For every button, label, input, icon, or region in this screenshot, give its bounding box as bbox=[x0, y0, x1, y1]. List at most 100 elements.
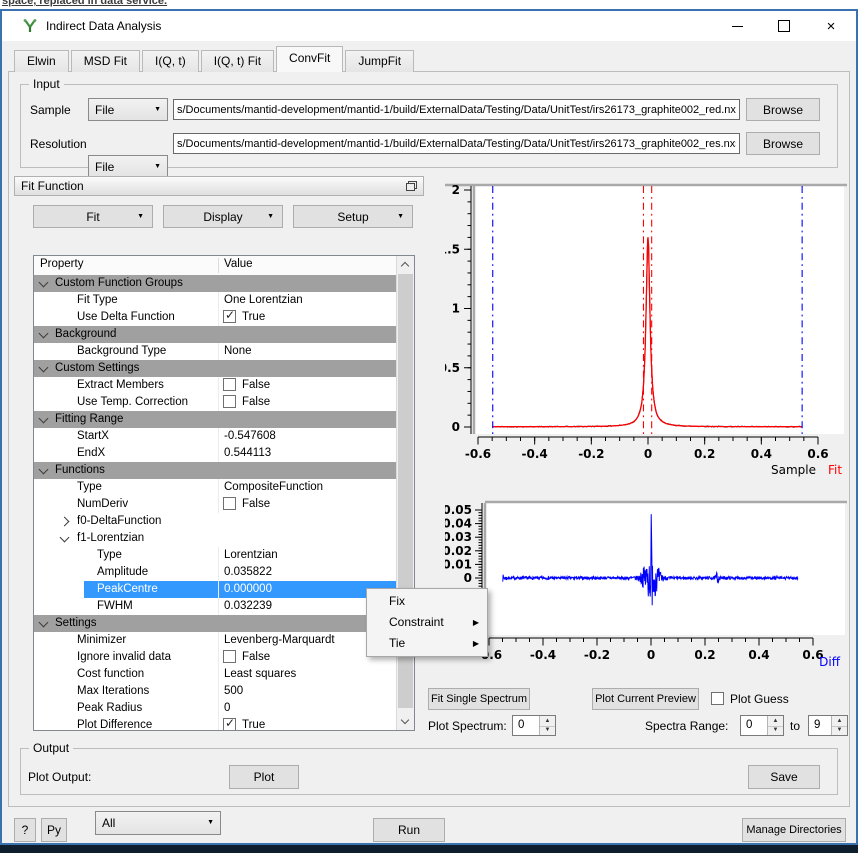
tab-msd-fit[interactable]: MSD Fit bbox=[71, 50, 140, 72]
manage-directories-button[interactable]: Manage Directories bbox=[742, 818, 846, 842]
tree-row-numderiv[interactable]: NumDerivFalse bbox=[34, 496, 399, 514]
context-menu-item-constraint[interactable]: Constraint▶ bbox=[367, 612, 487, 633]
column-divider bbox=[218, 666, 219, 683]
resolution-source-combo-value: File bbox=[95, 160, 114, 174]
titlebar[interactable]: Indirect Data Analysis × bbox=[2, 11, 856, 41]
value-checkbox[interactable] bbox=[223, 395, 236, 408]
tree-row-minimizer[interactable]: MinimizerLevenberg-Marquardt bbox=[34, 632, 399, 650]
value-checkbox[interactable] bbox=[223, 378, 236, 391]
expander-right-icon[interactable] bbox=[60, 517, 70, 527]
tree-row-amplitude[interactable]: Amplitude0.035822 bbox=[34, 564, 399, 582]
setup-menu-button[interactable]: Setup▼ bbox=[293, 205, 413, 228]
tab-convfit[interactable]: ConvFit bbox=[276, 46, 343, 72]
spin-down-icon[interactable]: ▼ bbox=[832, 726, 847, 736]
property-name: Use Temp. Correction bbox=[77, 396, 188, 408]
tab-i-q-t-fit[interactable]: I(Q, t) Fit bbox=[201, 50, 274, 72]
tree-row-cost-function[interactable]: Cost functionLeast squares bbox=[34, 666, 399, 684]
float-panel-icon[interactable] bbox=[406, 181, 417, 191]
tree-row-settings[interactable]: Settings bbox=[34, 615, 399, 633]
context-menu-item-tie[interactable]: Tie▶ bbox=[367, 633, 487, 654]
tree-row-startx[interactable]: StartX-0.547608 bbox=[34, 428, 399, 446]
tree-row-custom-settings[interactable]: Custom Settings bbox=[34, 360, 399, 378]
expander-down-icon[interactable] bbox=[39, 278, 49, 288]
tree-row-f0-deltafunction[interactable]: f0-DeltaFunction bbox=[34, 513, 399, 531]
tree-header: Property Value bbox=[34, 256, 399, 276]
plot-output-combo[interactable]: All ▼ bbox=[95, 811, 221, 835]
tree-row-extract-members[interactable]: Extract MembersFalse bbox=[34, 377, 399, 395]
python-export-button[interactable]: Py bbox=[41, 818, 67, 842]
value-checkbox[interactable]: ✓ bbox=[223, 718, 236, 731]
column-divider bbox=[218, 479, 219, 496]
expander-down-icon[interactable] bbox=[39, 618, 49, 628]
display-menu-button[interactable]: Display▼ bbox=[163, 205, 283, 228]
column-divider bbox=[218, 445, 219, 462]
value-checkbox[interactable]: ✓ bbox=[223, 310, 236, 323]
scroll-down-button[interactable] bbox=[397, 713, 414, 730]
tree-row-use-temp-correction[interactable]: Use Temp. CorrectionFalse bbox=[34, 394, 399, 412]
tree-row-background-type[interactable]: Background TypeNone bbox=[34, 343, 399, 361]
spin-down-icon[interactable]: ▼ bbox=[768, 726, 783, 736]
tree-row-fitting-range[interactable]: Fitting Range bbox=[34, 411, 399, 429]
tree-row-functions[interactable]: Functions bbox=[34, 462, 399, 480]
spin-down-icon[interactable]: ▼ bbox=[540, 726, 555, 736]
spectra-range-from-spinbox[interactable]: 0 ▲▼ bbox=[740, 715, 784, 736]
spectra-range-to-spinbox[interactable]: 9 ▲▼ bbox=[808, 715, 848, 736]
sample-source-combo[interactable]: File ▼ bbox=[88, 98, 168, 121]
resolution-browse-button[interactable]: Browse bbox=[746, 132, 820, 155]
maximize-button[interactable] bbox=[761, 11, 807, 41]
column-divider bbox=[218, 649, 219, 666]
minimize-button[interactable] bbox=[714, 11, 760, 41]
background-text: space, replaced in data service. bbox=[2, 0, 167, 7]
tab-elwin[interactable]: Elwin bbox=[14, 50, 69, 72]
plot-button[interactable]: Plot bbox=[229, 765, 299, 789]
expander-down-icon[interactable] bbox=[39, 465, 49, 475]
resolution-file-input[interactable] bbox=[173, 133, 740, 154]
value-checkbox[interactable] bbox=[223, 650, 236, 663]
tree-row-custom-function-groups[interactable]: Custom Function Groups bbox=[34, 275, 399, 293]
sample-fit-plot: 00.511.52-0.6-0.4-0.200.20.40.6SampleFit bbox=[445, 178, 858, 478]
expander-down-icon[interactable] bbox=[60, 533, 70, 543]
spectra-from-value: 0 bbox=[746, 719, 752, 731]
tree-row-fit-type[interactable]: Fit TypeOne Lorentzian bbox=[34, 292, 399, 310]
fit-function-dock-header[interactable]: Fit Function bbox=[14, 176, 424, 196]
expander-down-icon[interactable] bbox=[39, 414, 49, 424]
tree-row-peak-radius[interactable]: Peak Radius0 bbox=[34, 700, 399, 718]
submenu-arrow-icon: ▶ bbox=[473, 633, 479, 654]
tree-row-f1-lorentzian[interactable]: f1-Lorentzian bbox=[34, 530, 399, 548]
property-name: Custom Settings bbox=[55, 362, 139, 374]
plot-guess-checkbox[interactable] bbox=[711, 692, 724, 705]
expander-down-icon[interactable] bbox=[39, 363, 49, 373]
plot-spectrum-spinbox[interactable]: 0 ▲▼ bbox=[512, 715, 556, 736]
fit-menu-button[interactable]: Fit▼ bbox=[33, 205, 153, 228]
help-button[interactable]: ? bbox=[14, 818, 36, 842]
tree-row-ignore-invalid-data[interactable]: Ignore invalid dataFalse bbox=[34, 649, 399, 667]
sample-file-input[interactable] bbox=[173, 99, 740, 120]
column-divider[interactable] bbox=[218, 258, 219, 273]
property-name: Settings bbox=[55, 617, 97, 629]
context-menu-item-fix[interactable]: Fix bbox=[367, 591, 487, 612]
resolution-source-combo[interactable]: File ▼ bbox=[88, 155, 168, 178]
tree-row-background[interactable]: Background bbox=[34, 326, 399, 344]
expander-down-icon[interactable] bbox=[39, 329, 49, 339]
tree-row-endx[interactable]: EndX0.544113 bbox=[34, 445, 399, 463]
tree-row-fwhm[interactable]: FWHM0.032239 bbox=[34, 598, 399, 616]
output-groupbox: Output bbox=[20, 748, 838, 795]
close-button[interactable]: × bbox=[808, 11, 854, 41]
tab-jumpfit[interactable]: JumpFit bbox=[345, 50, 414, 72]
tree-row-type[interactable]: TypeCompositeFunction bbox=[34, 479, 399, 497]
tab-i-q-t[interactable]: I(Q, t) bbox=[142, 50, 199, 72]
property-value: Lorentzian bbox=[224, 549, 278, 561]
tree-row-plot-difference[interactable]: Plot Difference✓True bbox=[34, 717, 399, 731]
scroll-up-button[interactable] bbox=[397, 256, 414, 273]
tree-scrollbar[interactable] bbox=[396, 256, 414, 730]
plot-current-preview-button[interactable]: Plot Current Preview bbox=[592, 688, 699, 710]
fit-single-spectrum-button[interactable]: Fit Single Spectrum bbox=[428, 688, 530, 710]
run-button[interactable]: Run bbox=[373, 818, 445, 842]
value-checkbox[interactable] bbox=[223, 497, 236, 510]
tree-row-peakcentre[interactable]: PeakCentre0.000000 bbox=[34, 581, 399, 599]
save-button[interactable]: Save bbox=[748, 765, 820, 789]
tree-row-type[interactable]: TypeLorentzian bbox=[34, 547, 399, 565]
sample-browse-button[interactable]: Browse bbox=[746, 98, 820, 121]
tree-row-max-iterations[interactable]: Max Iterations500 bbox=[34, 683, 399, 701]
tree-row-use-delta-function[interactable]: Use Delta Function✓True bbox=[34, 309, 399, 327]
